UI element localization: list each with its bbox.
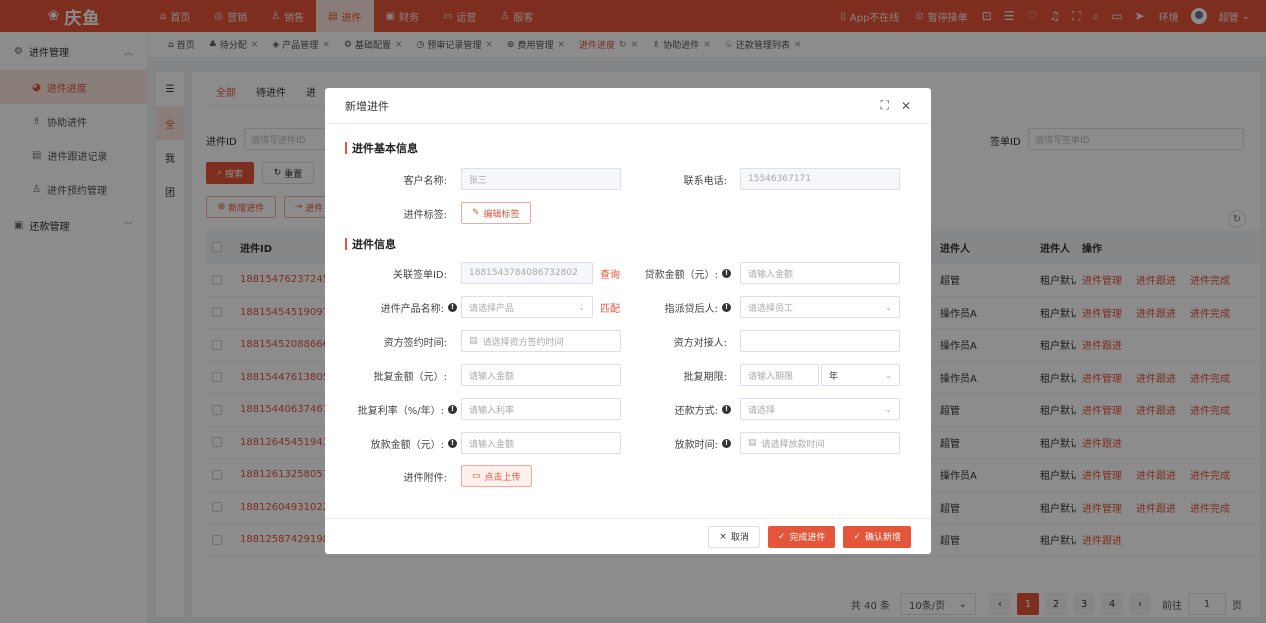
chevron-down-icon: ⌄ bbox=[885, 404, 892, 414]
chevron-down-icon: ⌄ bbox=[578, 302, 585, 312]
sign-id-label: 关联签单ID: bbox=[392, 269, 447, 281]
close-icon: × bbox=[719, 531, 727, 542]
upload-button[interactable]: ▭ 点击上传 bbox=[461, 465, 532, 487]
info-icon: ! bbox=[448, 438, 457, 448]
assignee-select[interactable]: 请选择员工 ⌄ bbox=[740, 296, 900, 318]
customer-label: 客户名称: bbox=[403, 175, 447, 187]
approve-amount-input[interactable]: 请输入金额 bbox=[461, 364, 621, 386]
product-label: 进件产品名称:! bbox=[345, 296, 457, 318]
info-icon: ! bbox=[722, 268, 731, 278]
product-select[interactable]: 请选择产品 ⌄ bbox=[461, 296, 593, 318]
info-icon: ! bbox=[722, 438, 731, 448]
info-icon: ! bbox=[722, 404, 731, 414]
query-link[interactable]: 查询 bbox=[600, 262, 620, 284]
check-icon: ✓ bbox=[853, 531, 861, 542]
fund-sign-time-label: 资方签约时间: bbox=[383, 337, 447, 349]
phone-field[interactable]: 15546367171 bbox=[740, 168, 900, 190]
chevron-down-icon: ⌄ bbox=[885, 370, 892, 380]
dialog-footer: × 取消 ✓ 完成进件 ✓ 确认新增 bbox=[325, 518, 931, 554]
approve-term-input[interactable]: 请输入期限 bbox=[740, 364, 819, 386]
info-icon: ! bbox=[448, 302, 457, 312]
dialog-controls: ⛶ ✕ bbox=[869, 98, 911, 113]
upload-icon: ▭ bbox=[472, 471, 481, 481]
chevron-down-icon: ⌄ bbox=[885, 302, 892, 312]
dialog-title: 新增进件 bbox=[345, 99, 389, 113]
disburse-time-label: 放款时间:! bbox=[625, 432, 731, 454]
calendar-icon: ▤ bbox=[469, 336, 478, 346]
tag-label: 进件标签: bbox=[403, 209, 447, 221]
close-icon[interactable]: ✕ bbox=[901, 99, 911, 113]
pencil-icon: ✎ bbox=[472, 208, 480, 218]
term-unit-select[interactable]: 年 ⌄ bbox=[821, 364, 900, 386]
rate-label: 批复利率（%/年）:! bbox=[339, 398, 457, 420]
assignee-label: 指派贷后人:! bbox=[625, 296, 731, 318]
sign-id-field[interactable]: 1881543784086732802 bbox=[461, 262, 593, 284]
match-link[interactable]: 匹配 bbox=[600, 296, 620, 318]
loan-amount-input[interactable]: 请输入金额 bbox=[740, 262, 900, 284]
edit-tag-button[interactable]: ✎ 编辑标签 bbox=[461, 202, 531, 224]
repay-select[interactable]: 请选择 ⌄ bbox=[740, 398, 900, 420]
disburse-amount-label: 放款金额（元）:! bbox=[339, 432, 457, 454]
fund-contact-label: 资方对接人: bbox=[673, 337, 727, 349]
disburse-time-picker[interactable]: ▤ 请选择放款时间 bbox=[740, 432, 900, 454]
fund-sign-time-picker[interactable]: ▤ 请选择资方签约时间 bbox=[461, 330, 621, 352]
repay-label: 还款方式:! bbox=[625, 398, 731, 420]
disburse-amount-input[interactable]: 请输入金额 bbox=[461, 432, 621, 454]
customer-name-field[interactable]: 张三 bbox=[461, 168, 621, 190]
confirm-add-button[interactable]: ✓ 确认新增 bbox=[843, 525, 911, 548]
loan-amount-label: 贷款金额（元）:! bbox=[625, 262, 731, 284]
info-icon: ! bbox=[722, 302, 731, 312]
section-intake-info: 进件信息 bbox=[345, 236, 396, 252]
rate-input[interactable]: 请输入利率 bbox=[461, 398, 621, 420]
attachment-label: 进件附件: bbox=[403, 472, 447, 484]
section-basic-info: 进件基本信息 bbox=[345, 140, 418, 156]
info-icon: ! bbox=[448, 404, 457, 414]
approve-amount-label: 批复金额（元）: bbox=[373, 371, 447, 383]
complete-intake-button[interactable]: ✓ 完成进件 bbox=[767, 525, 836, 548]
calendar-icon: ▤ bbox=[748, 438, 757, 448]
fund-contact-input[interactable] bbox=[740, 330, 900, 352]
approve-term-label: 批复期限: bbox=[683, 371, 727, 383]
fullscreen-icon[interactable]: ⛶ bbox=[881, 98, 889, 113]
add-intake-dialog: 新增进件 ⛶ ✕ 进件基本信息 客户名称: 张三 联系电话: 155463671… bbox=[325, 88, 931, 554]
check-icon: ✓ bbox=[777, 531, 786, 542]
phone-label: 联系电话: bbox=[683, 175, 727, 187]
dialog-header: 新增进件 ⛶ ✕ bbox=[325, 88, 931, 124]
cancel-button[interactable]: × 取消 bbox=[708, 525, 760, 548]
